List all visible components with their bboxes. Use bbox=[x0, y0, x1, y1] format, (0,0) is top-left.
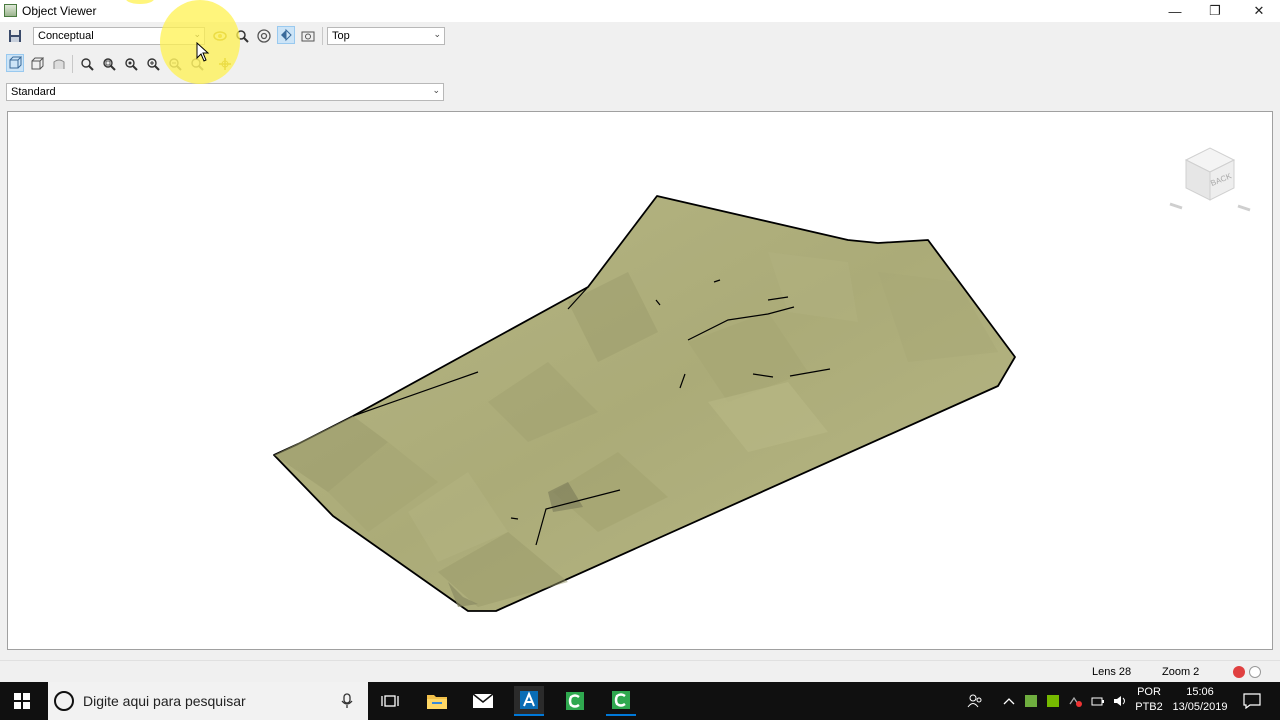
search-placeholder: Digite aqui para pesquisar bbox=[83, 693, 246, 709]
view-navigate-icon[interactable] bbox=[277, 26, 295, 44]
chevron-down-icon: ⌄ bbox=[432, 85, 440, 95]
windows-start-icon[interactable] bbox=[7, 686, 37, 716]
view-value: Top bbox=[332, 30, 350, 42]
cortana-icon bbox=[54, 691, 74, 711]
chevron-down-icon: ⌄ bbox=[433, 29, 441, 39]
terrain-surface-render[interactable] bbox=[8, 112, 1273, 650]
language-indicator[interactable]: POR PTB2 bbox=[1132, 686, 1166, 713]
clock[interactable]: 15:06 13/05/2019 bbox=[1168, 686, 1232, 713]
zoom-realtime-icon[interactable] bbox=[78, 55, 96, 73]
shaded-icon[interactable] bbox=[50, 55, 68, 73]
people-icon[interactable] bbox=[960, 686, 990, 716]
volume-icon[interactable] bbox=[1105, 686, 1135, 716]
keyboard-layout: PTB2 bbox=[1135, 701, 1163, 713]
toolbar-separator bbox=[72, 55, 73, 73]
save-icon[interactable] bbox=[6, 27, 24, 45]
toolbar-separator bbox=[322, 27, 323, 45]
mail-icon[interactable] bbox=[468, 686, 498, 716]
task-view-icon[interactable] bbox=[375, 686, 405, 716]
camera-icon[interactable] bbox=[299, 27, 317, 45]
autocad-taskbar-icon[interactable] bbox=[514, 686, 544, 716]
status-circle-icon[interactable] bbox=[1249, 666, 1261, 678]
record-indicator-icon[interactable] bbox=[1233, 666, 1245, 678]
zoom-extents-icon[interactable] bbox=[122, 55, 140, 73]
notification-icon[interactable] bbox=[1237, 686, 1267, 716]
close-button[interactable]: ✕ bbox=[1236, 0, 1280, 22]
display-style-value: Standard bbox=[11, 86, 56, 98]
zoom-readout: Zoom 2 bbox=[1162, 666, 1200, 678]
clock-date: 13/05/2019 bbox=[1172, 701, 1228, 713]
box-iso-icon[interactable] bbox=[28, 55, 46, 73]
object-viewer-window: Object Viewer — ❐ ✕ Conceptual ⌄ Top bbox=[0, 0, 1280, 682]
maximize-button[interactable]: ❐ bbox=[1192, 0, 1238, 22]
view-select[interactable]: Top ⌄ bbox=[327, 27, 445, 45]
mouse-pointer-icon bbox=[196, 42, 210, 62]
taskbar-search-box[interactable]: Digite aqui para pesquisar bbox=[48, 682, 368, 720]
steering-wheel-icon[interactable] bbox=[255, 27, 273, 45]
camtasia-icon[interactable] bbox=[560, 686, 590, 716]
status-bar: Lens 28 Zoom 2 bbox=[0, 660, 1280, 682]
taskbar: Digite aqui para pesquisar POR PTB2 15:0… bbox=[0, 682, 1280, 720]
lens-readout: Lens 28 bbox=[1092, 666, 1132, 678]
clock-time: 15:06 bbox=[1186, 686, 1214, 698]
file-explorer-icon[interactable] bbox=[422, 686, 452, 716]
viewcube[interactable]: BACK bbox=[1166, 144, 1256, 219]
app-icon bbox=[4, 4, 17, 17]
terrain-surface bbox=[273, 195, 1016, 612]
microphone-icon[interactable] bbox=[341, 693, 353, 709]
box-view-icon[interactable] bbox=[6, 54, 24, 72]
3d-viewport[interactable]: BACK bbox=[7, 111, 1273, 650]
zoom-window-icon[interactable] bbox=[100, 55, 118, 73]
window-title: Object Viewer bbox=[22, 4, 97, 18]
visual-style-value: Conceptual bbox=[38, 30, 94, 42]
camtasia-recorder-icon[interactable] bbox=[606, 686, 636, 716]
zoom-in-icon[interactable] bbox=[144, 55, 162, 73]
language-code: POR bbox=[1137, 686, 1161, 698]
display-style-select[interactable]: Standard ⌄ bbox=[6, 83, 444, 101]
